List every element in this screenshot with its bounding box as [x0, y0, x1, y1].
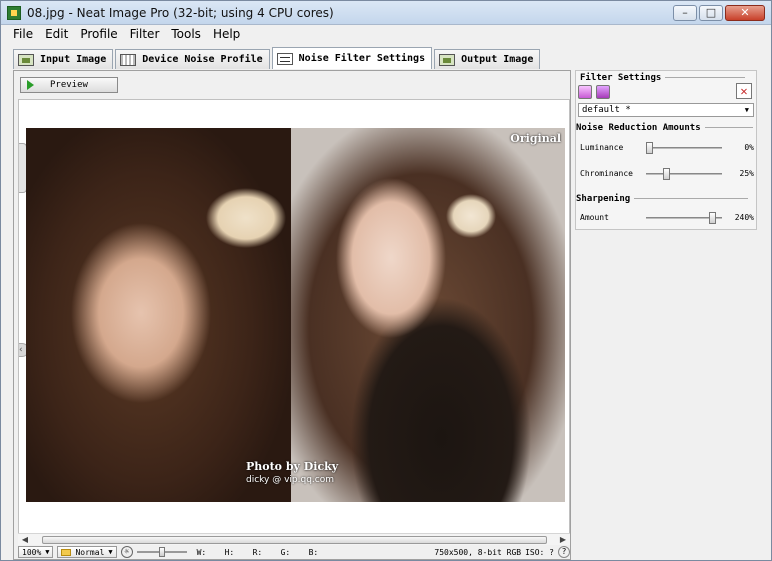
luminance-row: Luminance 0% — [580, 141, 754, 155]
menu-help[interactable]: Help — [207, 25, 246, 44]
slider-knob[interactable] — [158, 547, 165, 557]
minimize-icon: – — [682, 6, 688, 19]
zoom-value: 100% — [22, 547, 42, 557]
sharpening-amount-row: Amount 240% — [580, 211, 754, 225]
brightness-slider[interactable] — [136, 546, 187, 558]
menu-file[interactable]: File — [7, 25, 39, 44]
tab-label: Device Noise Profile — [142, 54, 263, 65]
window-title: 08.jpg - Neat Image Pro (32-bit; using 4… — [27, 6, 334, 20]
filter-settings-icon — [276, 52, 293, 65]
horizontal-scrollbar[interactable]: ◀ ▶ — [18, 533, 570, 545]
chrominance-row: Chrominance 25% — [580, 167, 754, 181]
preview-button[interactable]: Preview — [20, 77, 118, 93]
amount-value: 240% — [734, 213, 754, 222]
noise-reduction-title: Noise Reduction Amounts — [576, 123, 701, 133]
preview-button-label: Preview — [50, 80, 88, 90]
filtered-image-half — [26, 128, 291, 502]
zoom-select[interactable]: 100% ▼ — [18, 546, 54, 558]
status-bar: 100% ▼ Normal ▼ ☼ W: H: R: G: B: 750x500… — [18, 545, 570, 559]
chevron-down-icon: ▼ — [108, 548, 113, 556]
preset-select[interactable]: default * ▼ — [578, 103, 754, 117]
chrominance-value: 25% — [739, 169, 754, 178]
preview-panel: Preview ‹ Original Photo by Dicky dicky … — [13, 70, 571, 560]
save-preset-icon[interactable] — [596, 85, 610, 99]
iso-info: ISO: ? — [525, 547, 554, 557]
app-logo-icon — [7, 6, 21, 20]
menu-profile[interactable]: Profile — [74, 25, 123, 44]
photo-credit-email: dicky @ vip.qq.com — [246, 475, 335, 485]
output-image-icon — [439, 53, 456, 66]
menu-bar: File Edit Profile Filter Tools Help — [1, 25, 771, 44]
tab-input-image[interactable]: Input Image — [13, 49, 114, 69]
original-label: Original — [510, 132, 561, 145]
view-mode-select[interactable]: Normal ▼ — [57, 546, 117, 558]
maximize-icon: □ — [705, 6, 717, 19]
filter-settings-panel: Filter Settings ✕ default * ▼ Noise Redu… — [575, 70, 757, 230]
menu-filter[interactable]: Filter — [124, 25, 166, 44]
chrominance-slider[interactable] — [646, 167, 722, 181]
chrominance-label: Chrominance — [580, 169, 633, 178]
noise-profile-icon — [120, 53, 137, 66]
image-info: 750x500, 8-bit RGB — [434, 547, 522, 557]
slider-track — [646, 147, 722, 149]
red-label: R: — [252, 547, 263, 557]
filter-settings-title: Filter Settings — [580, 73, 662, 83]
sharpening-title: Sharpening — [576, 194, 631, 204]
blue-label: B: — [308, 547, 319, 557]
height-label: H: — [224, 547, 235, 557]
chevron-down-icon: ▼ — [744, 106, 749, 114]
workflow-tabs: Input Image Device Noise Profile Noise F… — [13, 47, 542, 69]
photo-credit: Photo by Dicky — [246, 460, 339, 473]
original-image-half — [291, 128, 565, 502]
green-label: G: — [280, 547, 291, 557]
minimize-button[interactable]: – — [673, 5, 697, 21]
close-button[interactable]: ✕ — [725, 5, 765, 21]
amount-label: Amount — [580, 213, 609, 222]
input-image-icon — [18, 53, 34, 66]
slider-track — [646, 173, 722, 175]
tab-label: Input Image — [40, 54, 107, 65]
help-icon[interactable]: ? — [558, 546, 570, 558]
maximize-button[interactable]: □ — [699, 5, 723, 21]
amount-slider[interactable] — [646, 211, 722, 225]
close-icon: ✕ — [740, 6, 750, 19]
window-controls: – □ ✕ — [673, 5, 765, 21]
tab-noise-filter-settings[interactable]: Noise Filter Settings — [271, 47, 433, 69]
divider — [665, 77, 746, 78]
preset-value: default * — [582, 105, 631, 115]
title-bar: 08.jpg - Neat Image Pro (32-bit; using 4… — [1, 1, 771, 25]
folder-icon — [61, 548, 72, 556]
tab-label: Noise Filter Settings — [298, 53, 426, 64]
reset-close-icon[interactable]: ✕ — [736, 83, 752, 99]
divider — [634, 198, 749, 199]
sharpening-heading: Sharpening — [576, 194, 749, 204]
luminance-value: 0% — [744, 143, 754, 152]
app-window: 08.jpg - Neat Image Pro (32-bit; using 4… — [0, 0, 772, 561]
luminance-slider[interactable] — [646, 141, 722, 155]
load-preset-icon[interactable] — [578, 85, 592, 99]
tab-output-image[interactable]: Output Image — [434, 49, 541, 69]
divider — [704, 127, 753, 128]
preview-image[interactable]: Original Photo by Dicky dicky @ vip.qq.c… — [26, 128, 565, 502]
tab-device-noise-profile[interactable]: Device Noise Profile — [115, 49, 270, 69]
width-label: W: — [196, 547, 207, 557]
view-mode-value: Normal — [75, 547, 105, 557]
slider-knob[interactable] — [709, 212, 716, 224]
menu-edit[interactable]: Edit — [39, 25, 74, 44]
slider-knob[interactable] — [663, 168, 670, 180]
filter-settings-heading: Filter Settings — [580, 73, 746, 83]
chevron-down-icon: ▼ — [45, 548, 50, 556]
brightness-icon[interactable]: ☼ — [120, 546, 133, 558]
tab-label: Output Image — [461, 54, 534, 65]
luminance-label: Luminance — [580, 143, 624, 152]
noise-reduction-heading: Noise Reduction Amounts — [576, 123, 753, 133]
slider-knob[interactable] — [646, 142, 653, 154]
play-icon — [27, 80, 34, 90]
scroll-thumb[interactable] — [42, 536, 547, 544]
menu-tools[interactable]: Tools — [165, 25, 207, 44]
